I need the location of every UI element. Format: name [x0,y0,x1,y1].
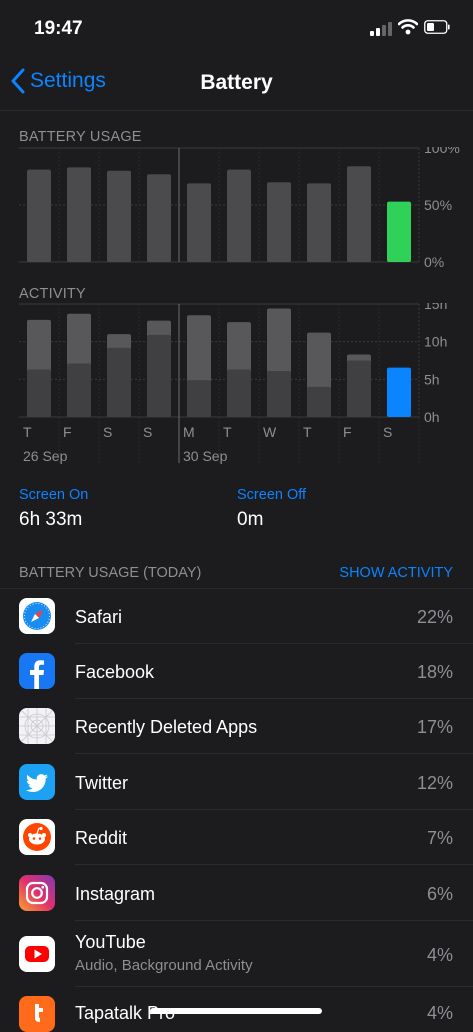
y-tick-label: 5h [424,371,440,387]
day-label: T [223,424,232,440]
app-row-tapatalk[interactable]: Tapatalk Pro 4% [0,987,473,1032]
activity-bar-screen-on [187,380,211,417]
y-tick-label: 10h [424,334,447,350]
date-label: 26 Sep [23,448,68,464]
app-row-twitter[interactable]: Twitter 12% [0,755,473,810]
y-tick-label: 100% [424,147,460,156]
app-percent: 7% [426,828,453,848]
y-tick-label: 15h [424,303,447,312]
instagram-icon [19,875,55,911]
day-label: T [303,424,312,440]
activity-bar-screen-on [387,367,411,417]
row-divider [75,864,473,865]
charts-section: BATTERY USAGE 100% 50% 0% ACTIVITY 15h 10h 5… [0,111,473,541]
app-name: Reddit [75,828,128,848]
reddit-icon [19,819,55,855]
battery-bar [387,201,411,262]
tapatalk-icon [19,996,55,1032]
safari-icon [19,598,55,634]
day-label: F [63,424,72,440]
show-activity-button[interactable]: SHOW ACTIVITY [339,565,453,581]
usage-today-label: BATTERY USAGE (TODAY) [19,565,202,581]
battery-bar [347,166,371,262]
battery-bar [267,182,291,262]
activity-bar-screen-on [347,360,371,417]
day-label: S [103,424,112,440]
status-bar: 19:47 [0,0,473,50]
battery-icon [424,20,450,34]
y-tick-label: 50% [424,197,452,213]
app-percent: 17% [416,717,453,737]
battery-usage-label: BATTERY USAGE [19,129,142,145]
battery-bar [307,183,331,262]
app-name: Instagram [75,884,156,904]
day-label: F [343,424,352,440]
app-percent: 6% [426,884,453,904]
battery-level-chart[interactable]: 100% 50% 0% [0,147,473,267]
battery-bar [147,174,171,262]
activity-bar-screen-on [267,371,291,417]
activity-bar-screen-on [67,363,91,417]
activity-bar-screen-on [307,386,331,417]
app-percent: 22% [416,607,453,627]
date-label: 30 Sep [183,448,228,464]
day-label: T [23,424,32,440]
app-row-instagram[interactable]: Instagram 6% [0,866,473,921]
app-row-facebook[interactable]: Facebook 18% [0,644,473,699]
app-percent: 18% [416,662,453,682]
app-row-recently-deleted[interactable]: Recently Deleted Apps 17% [0,699,473,754]
battery-bar [107,170,131,262]
app-name: Safari [75,607,123,627]
app-subtitle: Audio, Background Activity [75,957,253,974]
app-percent: 4% [426,945,453,965]
home-indicator [150,1008,322,1014]
app-name: YouTube [75,932,146,952]
twitter-icon [19,764,55,800]
app-name: Facebook [75,662,155,682]
row-divider [75,753,473,754]
app-percent: 4% [426,1003,453,1023]
youtube-icon [19,936,55,972]
cellular-signal-icon [370,22,394,36]
activity-label: ACTIVITY [19,286,86,302]
activity-bar-screen-on [27,369,51,417]
facebook-icon [19,653,55,689]
day-label: S [143,424,152,440]
app-row-reddit[interactable]: Reddit 7% [0,810,473,865]
screen-on-value: 6h 33m [19,509,83,530]
activity-chart[interactable]: 15h 10h 5h 0h T F S S M T W T F S 26 Sep 30 Sep [0,303,473,468]
day-label: W [263,424,277,440]
day-label: S [383,424,392,440]
y-tick-label: 0% [424,254,444,267]
deleted-apps-icon [19,708,55,744]
app-percent: 12% [416,773,453,793]
app-row-safari[interactable]: Safari 22% [0,589,473,644]
screen-off-label: Screen Off [237,487,307,503]
usage-list-header: BATTERY USAGE (TODAY) SHOW ACTIVITY [0,541,473,589]
activity-bar-screen-on [227,369,251,417]
page-title: Battery [200,71,273,94]
status-time: 19:47 [34,18,83,39]
battery-bar [27,169,51,262]
activity-bar-screen-on [107,347,131,417]
app-name: Recently Deleted Apps [75,717,258,737]
activity-bar-screen-on [147,334,171,417]
screen-on-label: Screen On [19,487,89,503]
y-tick-label: 0h [424,409,440,425]
app-row-youtube[interactable]: YouTube Audio, Background Activity 4% [0,921,473,987]
wifi-icon [398,19,418,35]
app-name: Twitter [75,773,129,793]
screen-off-value: 0m [237,509,264,530]
battery-bar [187,183,211,262]
day-label: M [183,424,195,440]
battery-bar [227,169,251,262]
nav-bar: Settings Battery [0,50,473,111]
battery-bar [67,167,91,262]
